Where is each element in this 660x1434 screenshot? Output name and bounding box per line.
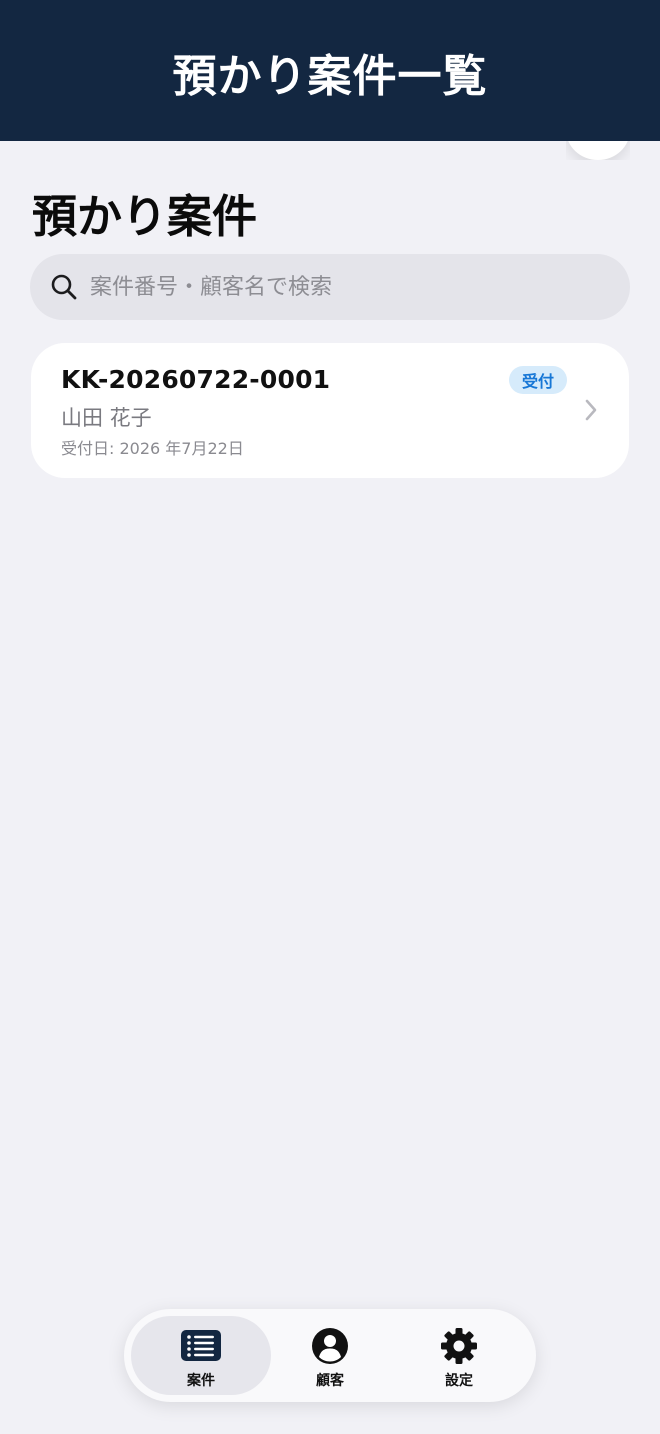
navigation-header: 預かり案件一覧: [0, 0, 660, 141]
header-title: 預かり案件一覧: [172, 50, 488, 102]
tab-customers[interactable]: 顧客: [260, 1316, 400, 1395]
person-icon: [312, 1328, 348, 1364]
gear-icon: [441, 1328, 477, 1364]
page-title: 預かり案件: [32, 190, 258, 243]
case-number: KK-20260722-0001: [61, 365, 331, 394]
received-date: 受付日: 2026 年7月22日: [61, 439, 244, 458]
tab-label: 設定: [445, 1373, 473, 1389]
chevron-right-icon: [585, 399, 597, 421]
tab-label: 顧客: [316, 1373, 344, 1389]
search-input[interactable]: [90, 274, 630, 300]
search-icon: [51, 274, 77, 300]
tab-label: 案件: [187, 1373, 215, 1389]
tab-bar: 案件 顧客 設定: [124, 1309, 536, 1402]
case-card[interactable]: KK-20260722-0001 受付 山田 花子 受付日: 2026 年7月2…: [31, 343, 629, 478]
search-bar[interactable]: [30, 254, 630, 320]
tab-settings[interactable]: 設定: [389, 1316, 529, 1395]
app-screen: 預かり案件一覧 預かり案件 KK-20260722-0001 受付 山田 花子 …: [0, 0, 660, 1434]
tab-cases[interactable]: 案件: [131, 1316, 271, 1395]
status-badge: 受付: [509, 366, 567, 394]
customer-name: 山田 花子: [61, 406, 152, 430]
list-icon: [181, 1330, 221, 1361]
